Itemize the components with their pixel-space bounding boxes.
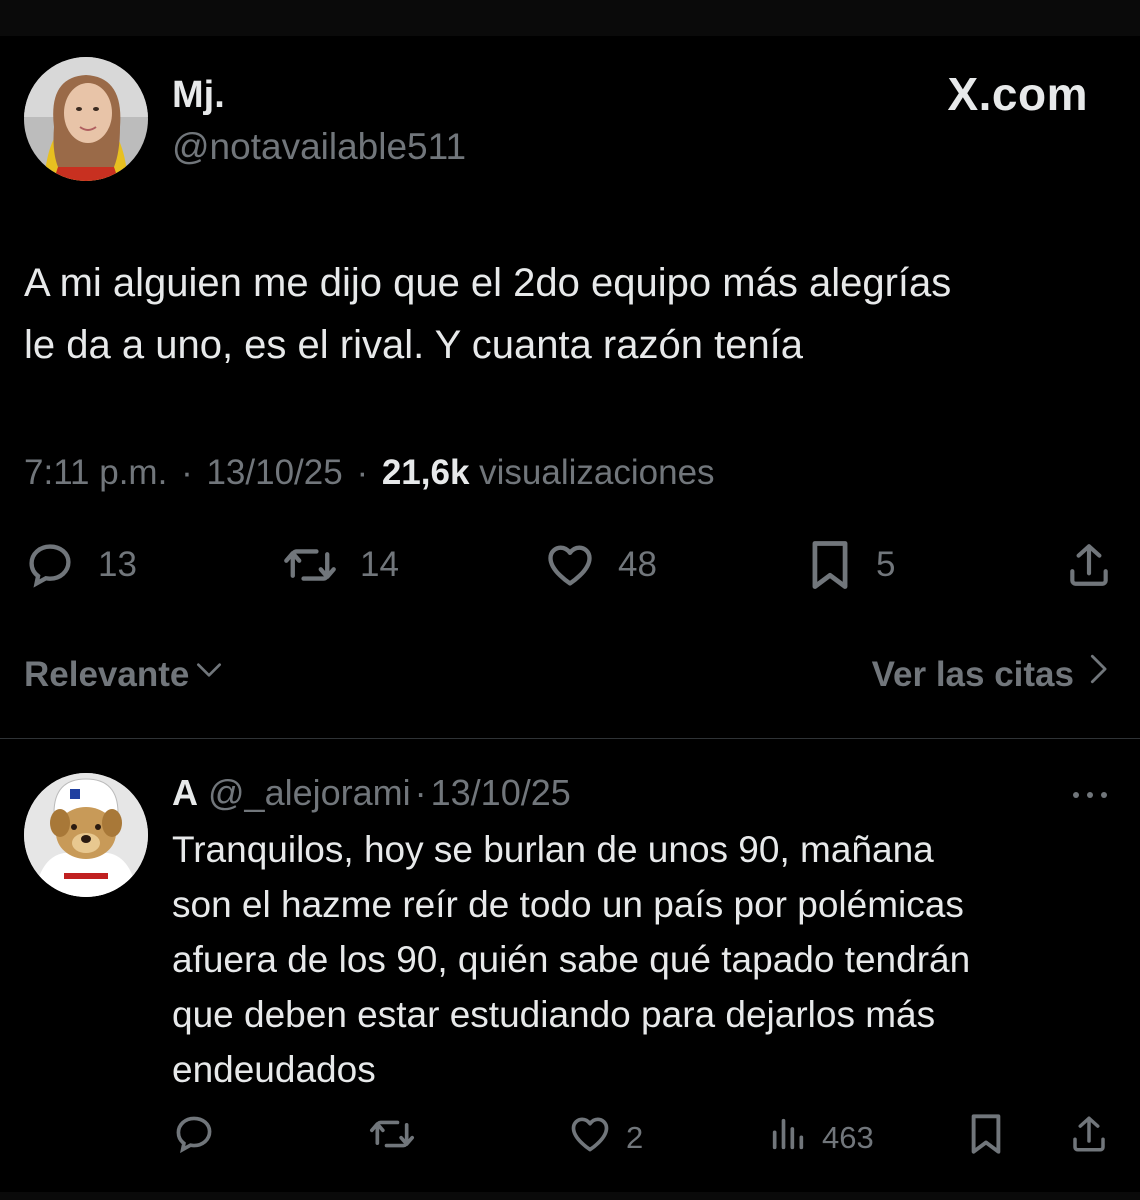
reply-repost-button[interactable] <box>368 1114 416 1162</box>
like-count: 48 <box>618 545 657 584</box>
reply-text-line: son el hazme reír de todo un país por po… <box>172 884 964 925</box>
heart-icon <box>544 539 596 591</box>
more-icon <box>1070 775 1110 808</box>
meta-separator: · <box>181 453 193 492</box>
reply-count: 13 <box>98 545 137 584</box>
author-name[interactable]: Mj. <box>172 72 225 118</box>
bookmark-icon <box>806 537 854 593</box>
bottom-strip <box>0 1192 1140 1200</box>
reply-avatar[interactable] <box>24 773 148 897</box>
reply-view-count: 463 <box>822 1120 874 1155</box>
reply-date[interactable]: 13/10/25 <box>431 772 571 813</box>
reply-bookmark-button[interactable] <box>966 1114 1006 1162</box>
tweet-time[interactable]: 7:11 p.m. <box>24 453 167 492</box>
views-label: visualizaciones <box>479 453 715 492</box>
meta-separator: · <box>356 453 369 492</box>
repost-icon <box>282 539 338 591</box>
view-quotes-link[interactable]: Ver las citas <box>872 652 1110 698</box>
reply-reply-button[interactable] <box>172 1114 216 1162</box>
reply-like-count: 2 <box>626 1120 644 1155</box>
analytics-icon <box>768 1114 808 1162</box>
reply-views-button[interactable]: 463 <box>768 1114 874 1162</box>
repost-icon <box>368 1112 416 1164</box>
tweet-date[interactable]: 13/10/25 <box>206 453 342 492</box>
reply-button[interactable]: 13 <box>24 538 137 592</box>
reply-share-button[interactable] <box>1068 1114 1110 1162</box>
share-icon <box>1064 539 1114 591</box>
sort-dropdown[interactable]: Relevante <box>24 652 225 698</box>
reply-text-line: que deben estar estudiando para dejarlos… <box>172 994 936 1035</box>
repost-count: 14 <box>360 545 399 584</box>
view-quotes-label: Ver las citas <box>871 655 1074 694</box>
divider <box>0 738 1140 739</box>
reply-text-line: endeudados <box>172 1049 376 1090</box>
heart-icon <box>568 1112 612 1164</box>
tweet-text: A mi alguien me dijo que el 2do equipo m… <box>24 252 1124 376</box>
reply-icon <box>24 539 76 591</box>
chevron-down-icon <box>193 652 225 698</box>
reply-text-line: Tranquilos, hoy se burlan de unos 90, ma… <box>172 829 934 870</box>
share-button[interactable] <box>1064 538 1114 592</box>
reply-header: A @_alejorami · 13/10/25 <box>172 770 571 816</box>
reply-like-button[interactable]: 2 <box>568 1114 643 1162</box>
meta-separator: · <box>414 772 427 813</box>
tweet-text-line: le da a uno, es el rival. Y cuanta razón… <box>24 323 804 367</box>
bookmark-count: 5 <box>876 545 896 584</box>
tweet-text-line: A mi alguien me dijo que el 2do equipo m… <box>24 261 952 305</box>
reply-author-name[interactable]: A <box>172 772 198 813</box>
like-button[interactable]: 48 <box>544 538 657 592</box>
more-button[interactable] <box>1070 774 1110 810</box>
share-icon <box>1068 1112 1110 1164</box>
sort-label: Relevante <box>24 655 190 694</box>
site-label: X.com <box>947 68 1088 120</box>
bookmark-icon <box>966 1111 1006 1165</box>
author-handle[interactable]: @notavailable511 <box>172 124 466 170</box>
reply-text: Tranquilos, hoy se burlan de unos 90, ma… <box>172 822 1122 1097</box>
repost-button[interactable]: 14 <box>282 538 399 592</box>
views-count: 21,6k <box>381 453 470 492</box>
bookmark-button[interactable]: 5 <box>806 538 895 592</box>
top-strip <box>0 0 1140 36</box>
tweet-meta: 7:11 p.m. · 13/10/25 · 21,6k visualizaci… <box>24 450 715 496</box>
reply-author-handle[interactable]: @_alejorami <box>208 772 411 813</box>
reply-text-line: afuera de los 90, quién sabe qué tapado … <box>172 939 971 980</box>
chevron-right-icon <box>1086 652 1110 698</box>
reply-icon <box>172 1112 216 1164</box>
author-avatar[interactable] <box>24 57 148 181</box>
